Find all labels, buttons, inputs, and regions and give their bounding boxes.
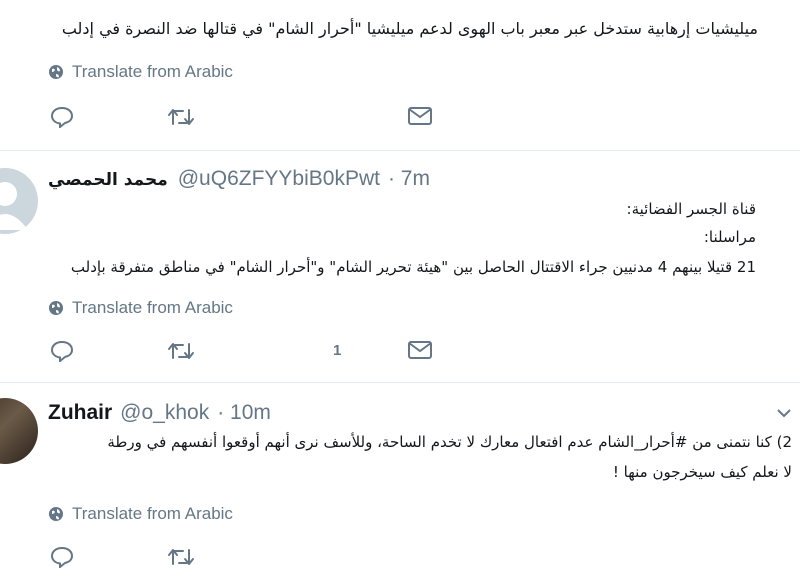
- avatar[interactable]: [0, 168, 38, 234]
- like-button[interactable]: 1: [286, 340, 341, 360]
- reply-icon: [50, 106, 74, 128]
- tweet-2-text-line-1: قناة الجسر الفضائية:: [626, 200, 756, 218]
- avatar[interactable]: [0, 398, 38, 464]
- tweet-1-text-line-1: ميليشيات إرهابية ستدخل عبر معبر باب الهو…: [61, 19, 758, 38]
- tweet-time[interactable]: · 7m: [388, 167, 430, 191]
- reply-icon: [50, 340, 74, 362]
- message-icon: [408, 107, 432, 125]
- message-button[interactable]: [407, 106, 433, 126]
- tweet-2-header: محمد الحمصي @uQ6ZFYYbiB0kPwt · 7m: [48, 167, 430, 191]
- globe-icon: [49, 65, 63, 79]
- display-name[interactable]: محمد الحمصي: [48, 170, 168, 190]
- tweet-3: Zuhair @o_khok · 10m 2) كنا نتمنى من #أح…: [0, 382, 800, 568]
- reply-button[interactable]: [50, 340, 74, 362]
- tweet-3-text-line-2: لا نعلم كيف سيخرجون منها !: [612, 463, 792, 481]
- chevron-down-icon[interactable]: [776, 407, 792, 419]
- reply-button[interactable]: [50, 546, 74, 568]
- message-icon: [408, 341, 432, 359]
- message-button[interactable]: [407, 340, 433, 360]
- reply-button[interactable]: [50, 106, 74, 128]
- tweet-2-text-line-2: مراسلنا:: [703, 228, 756, 246]
- tweet-3-text-line-1: 2) كنا نتمنى من #أحرار_الشام عدم افتعال …: [107, 433, 792, 451]
- like-count: 1: [333, 341, 342, 359]
- reply-icon: [50, 546, 74, 568]
- retweet-icon: [168, 109, 194, 125]
- tweet-3-actions: [0, 546, 800, 576]
- translate-link[interactable]: Translate from Arabic: [48, 298, 233, 318]
- retweet-button[interactable]: [167, 340, 195, 362]
- translate-label: Translate from Arabic: [72, 504, 233, 523]
- translate-label: Translate from Arabic: [72, 298, 233, 317]
- tweet-3-header: Zuhair @o_khok · 10m: [48, 401, 271, 425]
- retweet-icon: [168, 343, 194, 359]
- globe-icon: [49, 301, 63, 315]
- translate-label: Translate from Arabic: [72, 62, 233, 81]
- default-avatar-icon: [0, 182, 28, 230]
- user-handle[interactable]: @o_khok: [120, 401, 209, 425]
- tweet-1-actions: [0, 106, 800, 136]
- translate-link[interactable]: Translate from Arabic: [48, 504, 233, 524]
- retweet-icon: [168, 549, 194, 565]
- tweet-2-actions: 1: [0, 340, 800, 370]
- tweet-time[interactable]: · 10m: [217, 401, 271, 425]
- retweet-button[interactable]: [167, 546, 195, 568]
- user-handle[interactable]: @uQ6ZFYYbiB0kPwt: [178, 167, 380, 191]
- retweet-button[interactable]: [167, 106, 195, 128]
- tweet-1: ميليشيات إرهابية ستدخل عبر معبر باب الهو…: [0, 0, 800, 151]
- tweet-2-text-line-3: 21 قتيلا بينهم 4 مدنيين جراء الاقتتال ال…: [70, 258, 756, 276]
- display-name[interactable]: Zuhair: [48, 401, 112, 425]
- translate-link[interactable]: Translate from Arabic: [48, 62, 233, 82]
- tweet-2: محمد الحمصي @uQ6ZFYYbiB0kPwt · 7m قناة ا…: [0, 150, 800, 383]
- globe-icon: [49, 507, 63, 521]
